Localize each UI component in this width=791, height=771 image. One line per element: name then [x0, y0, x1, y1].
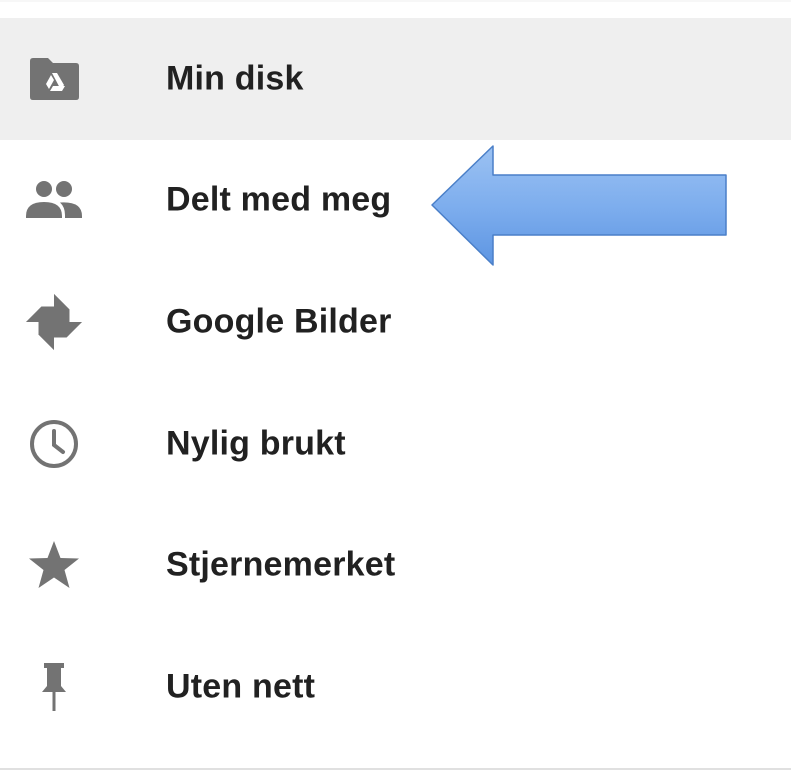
nav-item-google-photos[interactable]: Google Bilder — [0, 261, 791, 383]
nav-item-label: Google Bilder — [166, 302, 392, 341]
bottom-divider — [0, 768, 791, 770]
top-divider — [0, 0, 791, 2]
shared-people-icon — [24, 168, 84, 232]
nav-item-label: Delt med meg — [166, 180, 392, 219]
nav-item-label: Uten nett — [166, 667, 316, 706]
nav-item-offline[interactable]: Uten nett — [0, 626, 791, 748]
star-icon — [24, 533, 84, 597]
nav-item-starred[interactable]: Stjernemerket — [0, 504, 791, 626]
drive-folder-icon — [24, 47, 84, 111]
clock-icon — [24, 412, 84, 476]
nav-item-label: Min disk — [166, 59, 304, 98]
nav-item-my-drive[interactable]: Min disk — [0, 18, 791, 140]
nav-item-recent[interactable]: Nylig brukt — [0, 383, 791, 505]
pin-icon — [24, 655, 84, 719]
left-arrow-callout — [431, 145, 727, 266]
nav-item-label: Nylig brukt — [166, 424, 346, 463]
nav-item-label: Stjernemerket — [166, 545, 396, 584]
drive-nav-drawer: Min disk Delt med meg Google Bilder Nyli… — [0, 18, 791, 748]
google-photos-icon — [24, 290, 84, 354]
